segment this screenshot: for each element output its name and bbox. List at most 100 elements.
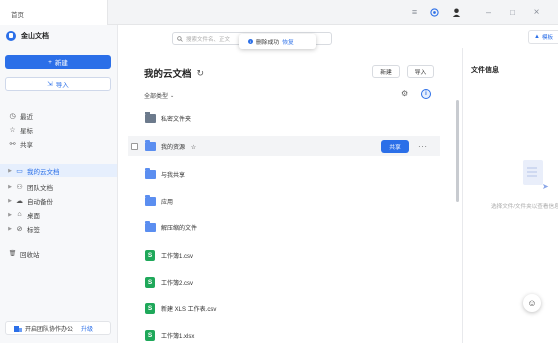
minimize-button[interactable]: – (483, 7, 494, 18)
file-name: 工作簿1.csv (161, 253, 194, 260)
star-icon[interactable]: ☆ (191, 145, 196, 151)
info-icon: i (248, 39, 253, 44)
brand-name: 金山文档 (21, 33, 49, 40)
folder-icon (145, 139, 156, 151)
info-icon[interactable]: i (421, 89, 431, 99)
sidebar-item-starred[interactable]: ☆ 星标 (0, 123, 117, 136)
team-building-icon (14, 325, 22, 332)
import-button-label: 导入 (55, 82, 69, 89)
page-title-text: 我的云文档 (144, 69, 192, 80)
list-item[interactable]: 应用 (128, 191, 440, 211)
sidebar-item-desktop[interactable]: ▶ ⌂ 桌面 (0, 208, 117, 221)
sidebar: 金山文档 + 新建 ⇲ 导入 ◷ 最近 ☆ 星标 ⚯ 共享 ▶ ▭ 我的云文档 … (0, 25, 118, 343)
spreadsheet-icon: S (145, 249, 155, 261)
row-checkbox[interactable] (131, 142, 138, 150)
file-name: 工作簿1.xlsx (161, 333, 195, 340)
chevron-right-icon[interactable]: ▶ (6, 168, 14, 174)
share-button[interactable]: 共享 (381, 139, 409, 153)
sidebar-item-tags[interactable]: ▶ ⊘ 标签 (0, 222, 117, 235)
footer-text: 开启团队协作办公 (25, 326, 74, 333)
refresh-icon[interactable]: ↻ (197, 68, 205, 79)
list-item[interactable]: 与我共享 (128, 164, 440, 184)
menu-icon[interactable]: ≡ (409, 7, 420, 18)
file-name: 工作簿2.csv (161, 280, 194, 287)
search-icon (177, 35, 183, 42)
share-icon: ⚯ (9, 140, 16, 148)
type-filter-dropdown[interactable]: 全部类型 ⌄ (144, 91, 175, 101)
chevron-right-icon[interactable]: ▶ (6, 184, 14, 190)
folder-icon (145, 111, 156, 123)
sidebar-item-shared[interactable]: ⚯ 共享 (0, 137, 117, 150)
list-item[interactable]: S 工作簿2.csv (128, 272, 440, 292)
empty-state-text: 选择文件/文件夹以查看信息 (491, 204, 558, 210)
skin-icon[interactable] (429, 7, 440, 18)
file-name: 应用 (161, 199, 174, 206)
team-upgrade-banner[interactable]: 开启团队协作办公 升级 (5, 321, 111, 335)
new-button[interactable]: + 新建 (5, 55, 111, 69)
sidebar-item-label: 自动备份 (27, 198, 53, 206)
spreadsheet-icon: S (145, 302, 155, 314)
sidebar-item-label: 星标 (20, 127, 33, 135)
sidebar-item-auto-backup[interactable]: ▶ ☁ 自动备份 (0, 194, 117, 207)
spreadsheet-icon: S (145, 276, 155, 288)
clock-icon: ◷ (9, 112, 16, 120)
brand[interactable]: 金山文档 (6, 31, 49, 41)
list-item[interactable]: 私密文件夹 (128, 108, 440, 128)
list-item[interactable]: S 新建 XLS 工作表.csv (128, 298, 440, 318)
app-window: 首页 ≡ – □ × 金山文档 + 新建 ⇲ 导入 ◷ 最近 ☆ 星标 ⚯ 共享… (0, 0, 558, 343)
gear-icon[interactable]: ⚙ (401, 90, 408, 98)
list-item[interactable]: 解压缩的文件 (128, 217, 440, 237)
upgrade-link[interactable]: 升级 (81, 324, 93, 333)
sidebar-item-label: 最近 (20, 113, 33, 121)
file-info-title: 文件信息 (471, 67, 499, 74)
chevron-right-icon[interactable]: ▶ (6, 226, 14, 232)
backup-icon: ☁ (16, 197, 23, 205)
desktop-icon: ⌂ (17, 211, 22, 218)
sidebar-item-label: 我的云文档 (27, 168, 60, 176)
assistant-icon[interactable]: ☺ (523, 294, 541, 312)
undo-link[interactable]: 恢复 (282, 37, 294, 46)
chevron-down-icon: ⌄ (170, 92, 175, 99)
new-file-button[interactable]: 新建 (372, 65, 400, 78)
empty-document-icon (523, 160, 543, 185)
folder-icon (145, 167, 156, 179)
toast-message: 删除成功 (256, 40, 280, 46)
import-button[interactable]: ⇲ 导入 (5, 77, 111, 91)
import-icon: ⇲ (47, 81, 53, 88)
cursor-icon: ➤ (542, 182, 549, 191)
search-placeholder: 搜索文件名、正文 (186, 36, 231, 43)
plus-icon: + (48, 58, 52, 66)
file-info-panel: 文件信息 ➤ 选择文件/文件夹以查看信息 ☺ (462, 48, 558, 343)
template-icon: ▲ (534, 34, 540, 40)
template-button-label: 模板 (541, 35, 553, 41)
template-button[interactable]: ▲ 模板 (528, 30, 558, 44)
import-file-button[interactable]: 导入 (407, 65, 434, 78)
star-icon: ☆ (9, 126, 16, 134)
sidebar-item-team-docs[interactable]: ▶ ⚇ 团队文档 (0, 180, 117, 193)
file-name: 我的资源 (161, 144, 186, 151)
chevron-right-icon[interactable]: ▶ (6, 198, 14, 204)
list-item[interactable]: S 工作簿1.xlsx (128, 325, 440, 343)
sidebar-item-label: 回收站 (20, 251, 40, 259)
sidebar-item-trash[interactable]: 🗑 回收站 (0, 247, 117, 260)
sidebar-item-label: 标签 (27, 226, 40, 234)
sidebar-item-recent[interactable]: ◷ 最近 (0, 109, 117, 122)
list-item[interactable]: S 工作簿1.csv (128, 245, 440, 265)
list-item[interactable]: 我的资源 ☆ 共享 ··· (128, 136, 440, 156)
user-avatar-icon[interactable] (451, 7, 462, 18)
sidebar-item-my-cloud-docs[interactable]: ▶ ▭ 我的云文档 (0, 164, 117, 177)
maximize-button[interactable]: □ (507, 7, 518, 18)
chevron-right-icon[interactable]: ▶ (6, 212, 14, 218)
brand-logo-icon (6, 31, 16, 41)
file-name: 私密文件夹 (161, 116, 192, 123)
page-title: 我的云文档 ↻ (144, 66, 205, 81)
close-button[interactable]: × (531, 7, 542, 18)
type-filter-label: 全部类型 (144, 94, 169, 100)
sidebar-item-label: 共享 (20, 141, 33, 149)
more-options-icon[interactable]: ··· (418, 142, 428, 151)
cloud-doc-icon: ▭ (16, 167, 23, 175)
title-bar: 首页 ≡ – □ × (0, 0, 558, 25)
scrollbar[interactable] (456, 100, 459, 202)
tab-home[interactable]: 首页 (0, 0, 108, 25)
trash-icon: 🗑 (8, 251, 17, 257)
